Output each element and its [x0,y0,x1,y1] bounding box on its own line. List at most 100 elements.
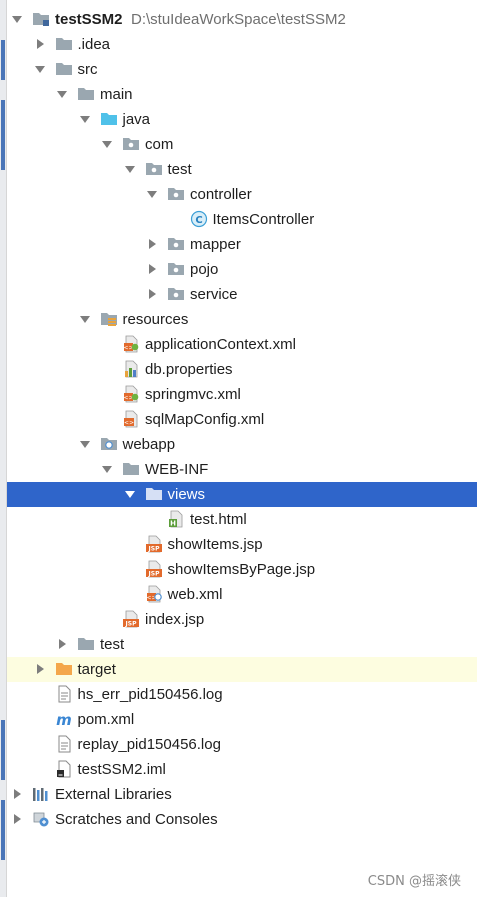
maven-icon: m [55,710,73,728]
tree-item-label: test [100,636,125,653]
tool-window-tab[interactable] [1,800,5,860]
chevron-down-icon[interactable] [146,188,158,200]
tree-item-label: pom.xml [77,711,135,728]
tree-row[interactable]: main [7,82,477,107]
tree-item-label: springmvc.xml [145,386,241,403]
tree-item-label: showItemsByPage.jsp [167,561,316,578]
chevron-right-icon[interactable] [11,813,23,825]
chevron-right-icon[interactable] [146,288,158,300]
tree-row[interactable]: .idea [7,32,477,57]
package-icon [122,135,140,153]
tree-item-label: showItems.jsp [167,536,263,553]
tool-window-tab[interactable] [1,40,5,80]
chevron-right-icon[interactable] [34,38,46,50]
tree-row[interactable]: test [7,157,477,182]
tree-row[interactable]: JSP index.jsp [7,607,477,632]
tree-row[interactable]: <> web.xml [7,582,477,607]
tree-item-label: service [190,286,238,303]
tree-item-label: WEB-INF [145,461,209,478]
tree-item-label: ItemsController [212,211,315,228]
chevron-down-icon[interactable] [124,163,136,175]
jsp-file-icon: JSP [145,560,163,578]
tree-row[interactable]: src [7,57,477,82]
tree-row[interactable]: <> springmvc.xml [7,382,477,407]
tree-row[interactable]: views [7,482,477,507]
tree-row[interactable]: m pom.xml [7,707,477,732]
tree-row[interactable]: replay_pid150456.log [7,732,477,757]
tree-item-label: test.html [190,511,247,528]
svg-text:C: C [195,215,202,226]
folder-icon [77,85,95,103]
tree-row[interactable]: target [7,657,477,682]
jsp-file-icon: JSP [122,610,140,628]
tree-item-label: resources [122,311,189,328]
tree-row[interactable]: <> applicationContext.xml [7,332,477,357]
tree-row[interactable]: <> sqlMapConfig.xml [7,407,477,432]
iml-file-icon [55,760,73,778]
tree-item-label: Scratches and Consoles [55,811,218,828]
tree-item-label: applicationContext.xml [145,336,296,353]
tree-row[interactable]: pojo [7,257,477,282]
tree-item-label: External Libraries [55,786,172,803]
spring-xml-icon: <> [122,385,140,403]
svg-text:<>: <> [124,420,134,427]
folder-icon [55,35,73,53]
chevron-down-icon[interactable] [79,113,91,125]
tree-row[interactable]: controller [7,182,477,207]
chevron-right-icon[interactable] [146,263,158,275]
jsp-file-icon: JSP [145,535,163,553]
tree-row[interactable]: C ItemsController [7,207,477,232]
tree-row[interactable]: External Libraries [7,782,477,807]
tree-item-label: db.properties [145,361,233,378]
tree-row[interactable]: testSSM2.iml [7,757,477,782]
tree-row[interactable]: Scratches and Consoles [7,807,477,832]
tree-item-label: test [167,161,192,178]
tree-row[interactable]: test [7,632,477,657]
tree-item-label: src [77,61,98,78]
tree-row[interactable]: testSSM2 D:\stuIdeaWorkSpace\testSSM2 [7,7,477,32]
chevron-down-icon[interactable] [101,463,113,475]
chevron-down-icon[interactable] [11,13,23,25]
package-icon [145,160,163,178]
tree-row[interactable]: java [7,107,477,132]
chevron-right-icon[interactable] [146,238,158,250]
chevron-down-icon[interactable] [56,88,68,100]
tree-row[interactable]: service [7,282,477,307]
web-xml-icon: <> [145,585,163,603]
tree-row[interactable]: hs_err_pid150456.log [7,682,477,707]
tree-row[interactable]: JSP showItemsByPage.jsp [7,557,477,582]
tree-row[interactable]: com [7,132,477,157]
chevron-down-icon[interactable] [124,488,136,500]
libraries-icon [32,785,50,803]
svg-text:H: H [170,520,176,528]
xml-icon: <> [122,410,140,428]
tree-row[interactable]: db.properties [7,357,477,382]
project-tree[interactable]: testSSM2 D:\stuIdeaWorkSpace\testSSM2 .ide… [7,0,477,880]
tree-item-label: web.xml [167,586,223,603]
chevron-down-icon[interactable] [34,63,46,75]
tree-row[interactable]: Htest.html [7,507,477,532]
svg-text:JSP: JSP [147,571,160,578]
tool-window-strip [0,0,7,897]
text-file-icon [55,685,73,703]
tree-row[interactable]: webapp [7,432,477,457]
tree-item-label: testSSM2.iml [77,761,166,778]
tree-row[interactable]: resources [7,307,477,332]
tree-item-label: target [77,661,116,678]
tree-row[interactable]: JSP showItems.jsp [7,532,477,557]
chevron-down-icon[interactable] [79,438,91,450]
tree-row[interactable]: mapper [7,232,477,257]
spring-xml-icon: <> [122,335,140,353]
tool-window-tab[interactable] [1,100,5,170]
chevron-right-icon[interactable] [34,663,46,675]
chevron-down-icon[interactable] [101,138,113,150]
class-icon: C [190,210,208,228]
source-folder-icon [100,110,118,128]
folder-icon [145,485,163,503]
chevron-right-icon[interactable] [11,788,23,800]
chevron-right-icon[interactable] [56,638,68,650]
chevron-down-icon[interactable] [79,313,91,325]
tool-window-tab[interactable] [1,720,5,780]
tree-row[interactable]: WEB-INF [7,457,477,482]
properties-icon [122,360,140,378]
